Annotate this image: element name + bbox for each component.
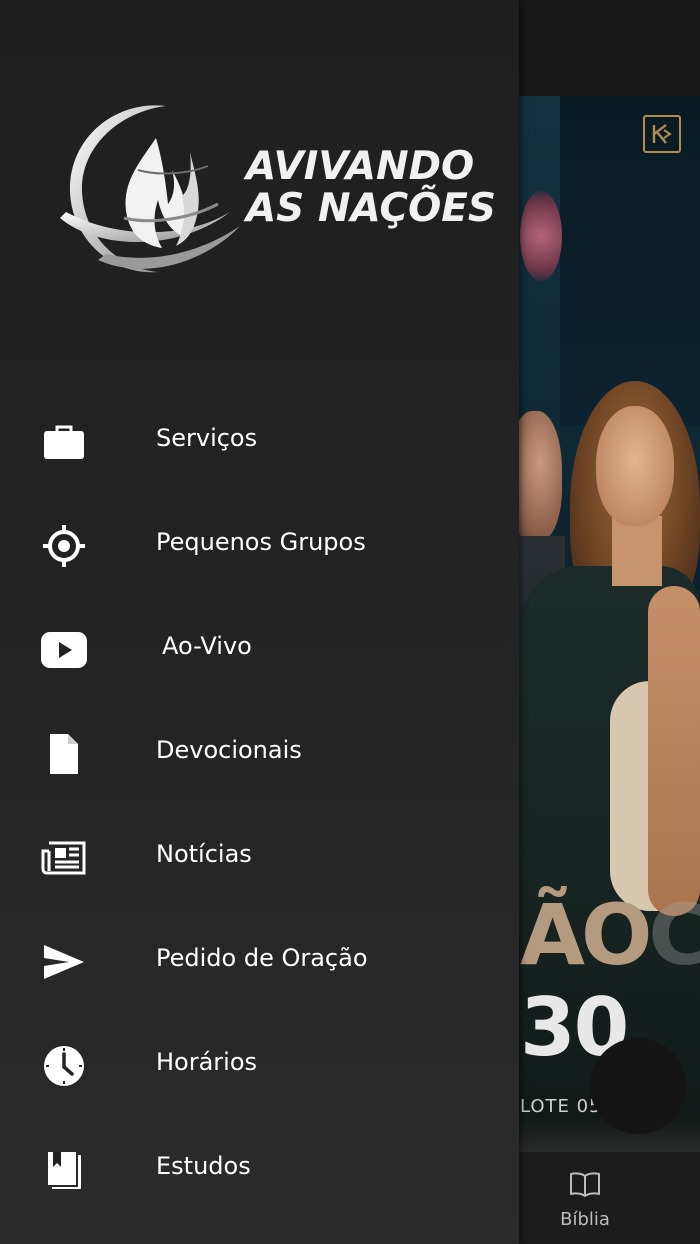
menu-item-ao-vivo[interactable]: Ao-Vivo <box>0 598 519 702</box>
floating-action-button[interactable] <box>590 1038 686 1134</box>
menu-label: Notícias <box>156 840 252 868</box>
menu-label: Serviços <box>156 424 258 452</box>
newspaper-icon <box>40 834 88 882</box>
menu-label: Pequenos Grupos <box>156 528 366 556</box>
menu-label: Estudos <box>156 1152 251 1180</box>
menu-label: Pedido de Oração <box>156 944 368 972</box>
briefcase-icon <box>40 418 88 466</box>
document-icon <box>40 730 88 778</box>
menu-item-devocionais[interactable]: Devocionais <box>0 702 519 806</box>
send-icon <box>40 938 88 986</box>
menu-label: Horários <box>156 1048 258 1076</box>
poster-lot-label: LOTE 05 <box>520 1096 602 1117</box>
menu-item-servicos[interactable]: Serviços <box>0 390 519 494</box>
poster-headline: ÃOC <box>520 886 700 984</box>
open-book-icon <box>570 1171 600 1197</box>
youtube-icon <box>40 626 88 674</box>
menu-item-pedido-de-oracao[interactable]: Pedido de Oração <box>0 910 519 1014</box>
menu-label: Devocionais <box>156 736 302 764</box>
menu-item-pequenos-grupos[interactable]: Pequenos Grupos <box>0 494 519 598</box>
drawer-menu: Serviços Pequenos Grupos Ao-Vivo Devocio… <box>0 390 519 1222</box>
menu-item-estudos[interactable]: Estudos <box>0 1118 519 1222</box>
book-icon <box>40 1146 88 1194</box>
brand-badge-icon <box>643 115 681 153</box>
target-icon <box>40 522 88 570</box>
app-logo: AVIVANDO AS NAÇÕES <box>58 100 496 280</box>
navigation-drawer: AVIVANDO AS NAÇÕES Serviços Pequenos Gru… <box>0 0 519 1244</box>
clock-icon <box>40 1042 88 1090</box>
menu-item-noticias[interactable]: Notícias <box>0 806 519 910</box>
menu-label: Ao-Vivo <box>162 632 252 660</box>
globe-flame-logo-icon <box>60 105 240 273</box>
logo-title-line2: AS NAÇÕES <box>246 186 496 231</box>
app-screen: ÃOC 30 LOTE 05 Bíblia AVIVANDO AS NAÇÕES… <box>0 0 700 1244</box>
menu-item-horarios[interactable]: Horários <box>0 1014 519 1118</box>
tab-biblia-label: Bíblia <box>560 1208 610 1230</box>
logo-title-line1: AVIVANDO <box>246 144 475 189</box>
tab-biblia[interactable]: Bíblia <box>540 1152 630 1244</box>
